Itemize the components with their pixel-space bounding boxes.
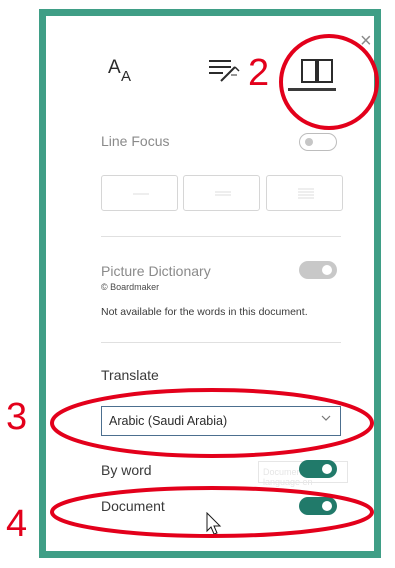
annotation-number-3: 3: [6, 396, 28, 438]
annotation-number-2: 2: [248, 52, 270, 94]
annotation-number-4: 4: [6, 503, 28, 545]
annotation-overlay: [50, 34, 379, 538]
annotation-circle-book-tab: [279, 34, 379, 130]
annotation-ellipse-document-row: [50, 486, 374, 538]
annotation-ellipse-translate-select: [50, 388, 374, 458]
